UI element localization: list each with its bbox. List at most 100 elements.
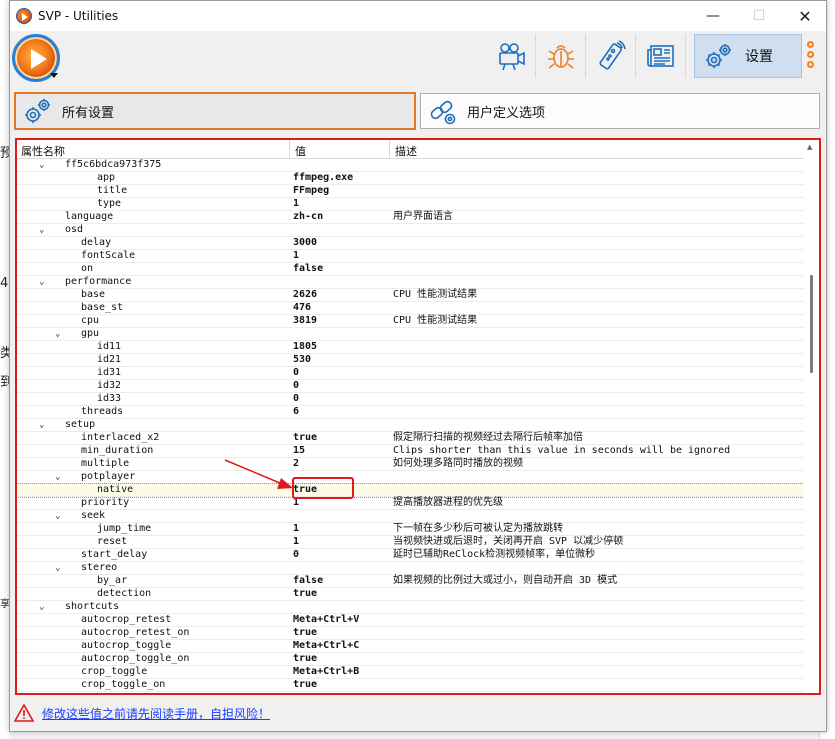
- property-value[interactable]: false: [293, 575, 323, 587]
- scroll-up-icon[interactable]: ▲: [807, 143, 812, 151]
- property-value[interactable]: true: [293, 653, 317, 665]
- tab-all-settings[interactable]: 所有设置: [14, 92, 416, 130]
- table-row[interactable]: delay 3000: [17, 237, 804, 250]
- toolbar-settings-button[interactable]: 设置: [694, 34, 802, 78]
- column-header-name[interactable]: 属性名称: [21, 143, 65, 159]
- toolbar-news-button[interactable]: [636, 34, 686, 78]
- column-header-value[interactable]: 值: [295, 143, 306, 159]
- table-row[interactable]: detection true: [17, 588, 804, 601]
- table-row[interactable]: id32 0: [17, 380, 804, 393]
- property-value[interactable]: 1: [293, 523, 299, 535]
- chevron-down-icon[interactable]: ⌄: [39, 601, 49, 613]
- table-row[interactable]: by_ar false 如果视频的比例过大或过小，则自动开启 3D 模式: [17, 575, 804, 588]
- table-row[interactable]: autocrop_toggle_on true: [17, 653, 804, 666]
- vertical-scrollbar[interactable]: ▲: [804, 140, 819, 693]
- manual-warning-link[interactable]: 修改这些值之前请先阅读手册，自担风险！: [42, 705, 270, 722]
- column-header-description[interactable]: 描述: [395, 143, 417, 159]
- close-button[interactable]: ✕: [782, 1, 828, 31]
- tab-user-options[interactable]: 用户定义选项: [420, 93, 820, 129]
- property-value[interactable]: 476: [293, 302, 311, 314]
- chevron-down-icon[interactable]: ⌄: [39, 419, 49, 431]
- table-row[interactable]: on false: [17, 263, 804, 276]
- table-row[interactable]: crop_toggle Meta+Ctrl+B: [17, 666, 804, 679]
- table-row[interactable]: fontScale 1: [17, 250, 804, 263]
- more-options-icon[interactable]: [802, 39, 818, 79]
- table-row[interactable]: cpu 3819 CPU 性能测试结果: [17, 315, 804, 328]
- table-row[interactable]: autocrop_retest Meta+Ctrl+V: [17, 614, 804, 627]
- chevron-down-icon[interactable]: ⌄: [55, 510, 65, 522]
- table-row[interactable]: crop_toggle_on true: [17, 679, 804, 692]
- property-value[interactable]: 0: [293, 367, 299, 379]
- table-row[interactable]: autocrop_toggle Meta+Ctrl+C: [17, 640, 804, 653]
- property-description: 假定隔行扫描的视频经过去隔行后帧率加倍: [393, 432, 583, 443]
- table-row[interactable]: ⌄ shortcuts: [17, 601, 804, 614]
- property-value[interactable]: 1: [293, 536, 299, 548]
- table-row[interactable]: title FFmpeg: [17, 185, 804, 198]
- table-row[interactable]: ⌄ performance: [17, 276, 804, 289]
- property-value[interactable]: FFmpeg: [293, 185, 329, 197]
- property-value[interactable]: 0: [293, 549, 299, 561]
- property-value[interactable]: true: [293, 432, 317, 444]
- maximize-button[interactable]: ☐: [736, 1, 782, 31]
- table-row[interactable]: priority 1 提高播放器进程的优先级: [17, 497, 804, 510]
- table-row[interactable]: id21 530: [17, 354, 804, 367]
- table-row[interactable]: ⌄ osd: [17, 224, 804, 237]
- table-row[interactable]: id11 1805: [17, 341, 804, 354]
- table-row[interactable]: native true: [17, 483, 805, 498]
- table-row[interactable]: reset 1 当视频快进或后退时，关闭再开启 SVP 以减少停顿: [17, 536, 804, 549]
- property-description: CPU 性能测试结果: [393, 315, 478, 326]
- table-row[interactable]: language zh-cn 用户界面语言: [17, 211, 804, 224]
- chevron-down-icon[interactable]: ⌄: [55, 562, 65, 574]
- chevron-down-icon[interactable]: ⌄: [39, 159, 49, 171]
- property-value[interactable]: Meta+Ctrl+C: [293, 640, 359, 652]
- minimize-button[interactable]: —: [690, 1, 736, 31]
- table-row[interactable]: ⌄ seek: [17, 510, 804, 523]
- table-row[interactable]: base 2626 CPU 性能测试结果: [17, 289, 804, 302]
- table-row[interactable]: autocrop_retest_on true: [17, 627, 804, 640]
- property-value[interactable]: Meta+Ctrl+V: [293, 614, 359, 626]
- property-value[interactable]: 0: [293, 393, 299, 405]
- property-value[interactable]: ffmpeg.exe: [293, 172, 353, 184]
- property-value[interactable]: 3000: [293, 237, 317, 249]
- property-name: on: [81, 263, 94, 274]
- table-row[interactable]: start_delay 0 延时已辅助ReClock检测视频帧率，单位微秒: [17, 549, 804, 562]
- property-value[interactable]: 530: [293, 354, 311, 366]
- property-value[interactable]: true: [293, 588, 317, 600]
- table-row[interactable]: base_st 476: [17, 302, 804, 315]
- property-value[interactable]: 0: [293, 380, 299, 392]
- property-value[interactable]: 3819: [293, 315, 317, 327]
- table-row[interactable]: threads 6: [17, 406, 804, 419]
- property-value[interactable]: true: [293, 627, 317, 639]
- table-row[interactable]: multiple 2 如何处理多路同时播放的视频: [17, 458, 804, 471]
- property-value[interactable]: zh-cn: [293, 211, 323, 223]
- property-name: id21: [97, 354, 122, 365]
- toolbar-remote-button[interactable]: [586, 34, 636, 78]
- table-row[interactable]: id31 0: [17, 367, 804, 380]
- table-row[interactable]: ⌄ ff5c6bdca973f375: [17, 159, 804, 172]
- chevron-down-icon[interactable]: ⌄: [55, 328, 65, 340]
- table-row[interactable]: type 1: [17, 198, 804, 211]
- toolbar-video-button[interactable]: [486, 34, 536, 78]
- table-row[interactable]: jump_time 1 下一帧在多少秒后可被认定为播放跳转: [17, 523, 804, 536]
- chevron-down-icon[interactable]: ⌄: [39, 276, 49, 288]
- toolbar-debug-button[interactable]: [536, 34, 586, 78]
- table-row[interactable]: ⌄ gpu: [17, 328, 804, 341]
- property-value[interactable]: 1: [293, 250, 299, 262]
- chevron-down-icon[interactable]: ⌄: [55, 471, 65, 483]
- table-row[interactable]: app ffmpeg.exe: [17, 172, 804, 185]
- property-value[interactable]: 1805: [293, 341, 317, 353]
- table-row[interactable]: min_duration 15 Clips shorter than this va…: [17, 445, 804, 458]
- property-value[interactable]: false: [293, 263, 323, 275]
- property-value[interactable]: 2626: [293, 289, 317, 301]
- table-row[interactable]: interlaced_x2 true 假定隔行扫描的视频经过去隔行后帧率加倍: [17, 432, 804, 445]
- property-value[interactable]: Meta+Ctrl+B: [293, 666, 359, 678]
- property-value[interactable]: true: [293, 679, 317, 691]
- table-row[interactable]: ⌄ stereo: [17, 562, 804, 575]
- table-row[interactable]: id33 0: [17, 393, 804, 406]
- table-row[interactable]: ⌄ setup: [17, 419, 804, 432]
- scrollbar-thumb[interactable]: [810, 275, 813, 373]
- property-value[interactable]: 1: [293, 198, 299, 210]
- chevron-down-icon[interactable]: ⌄: [39, 224, 49, 236]
- table-row[interactable]: ⌄ potplayer: [17, 471, 804, 484]
- property-value[interactable]: 6: [293, 406, 299, 418]
